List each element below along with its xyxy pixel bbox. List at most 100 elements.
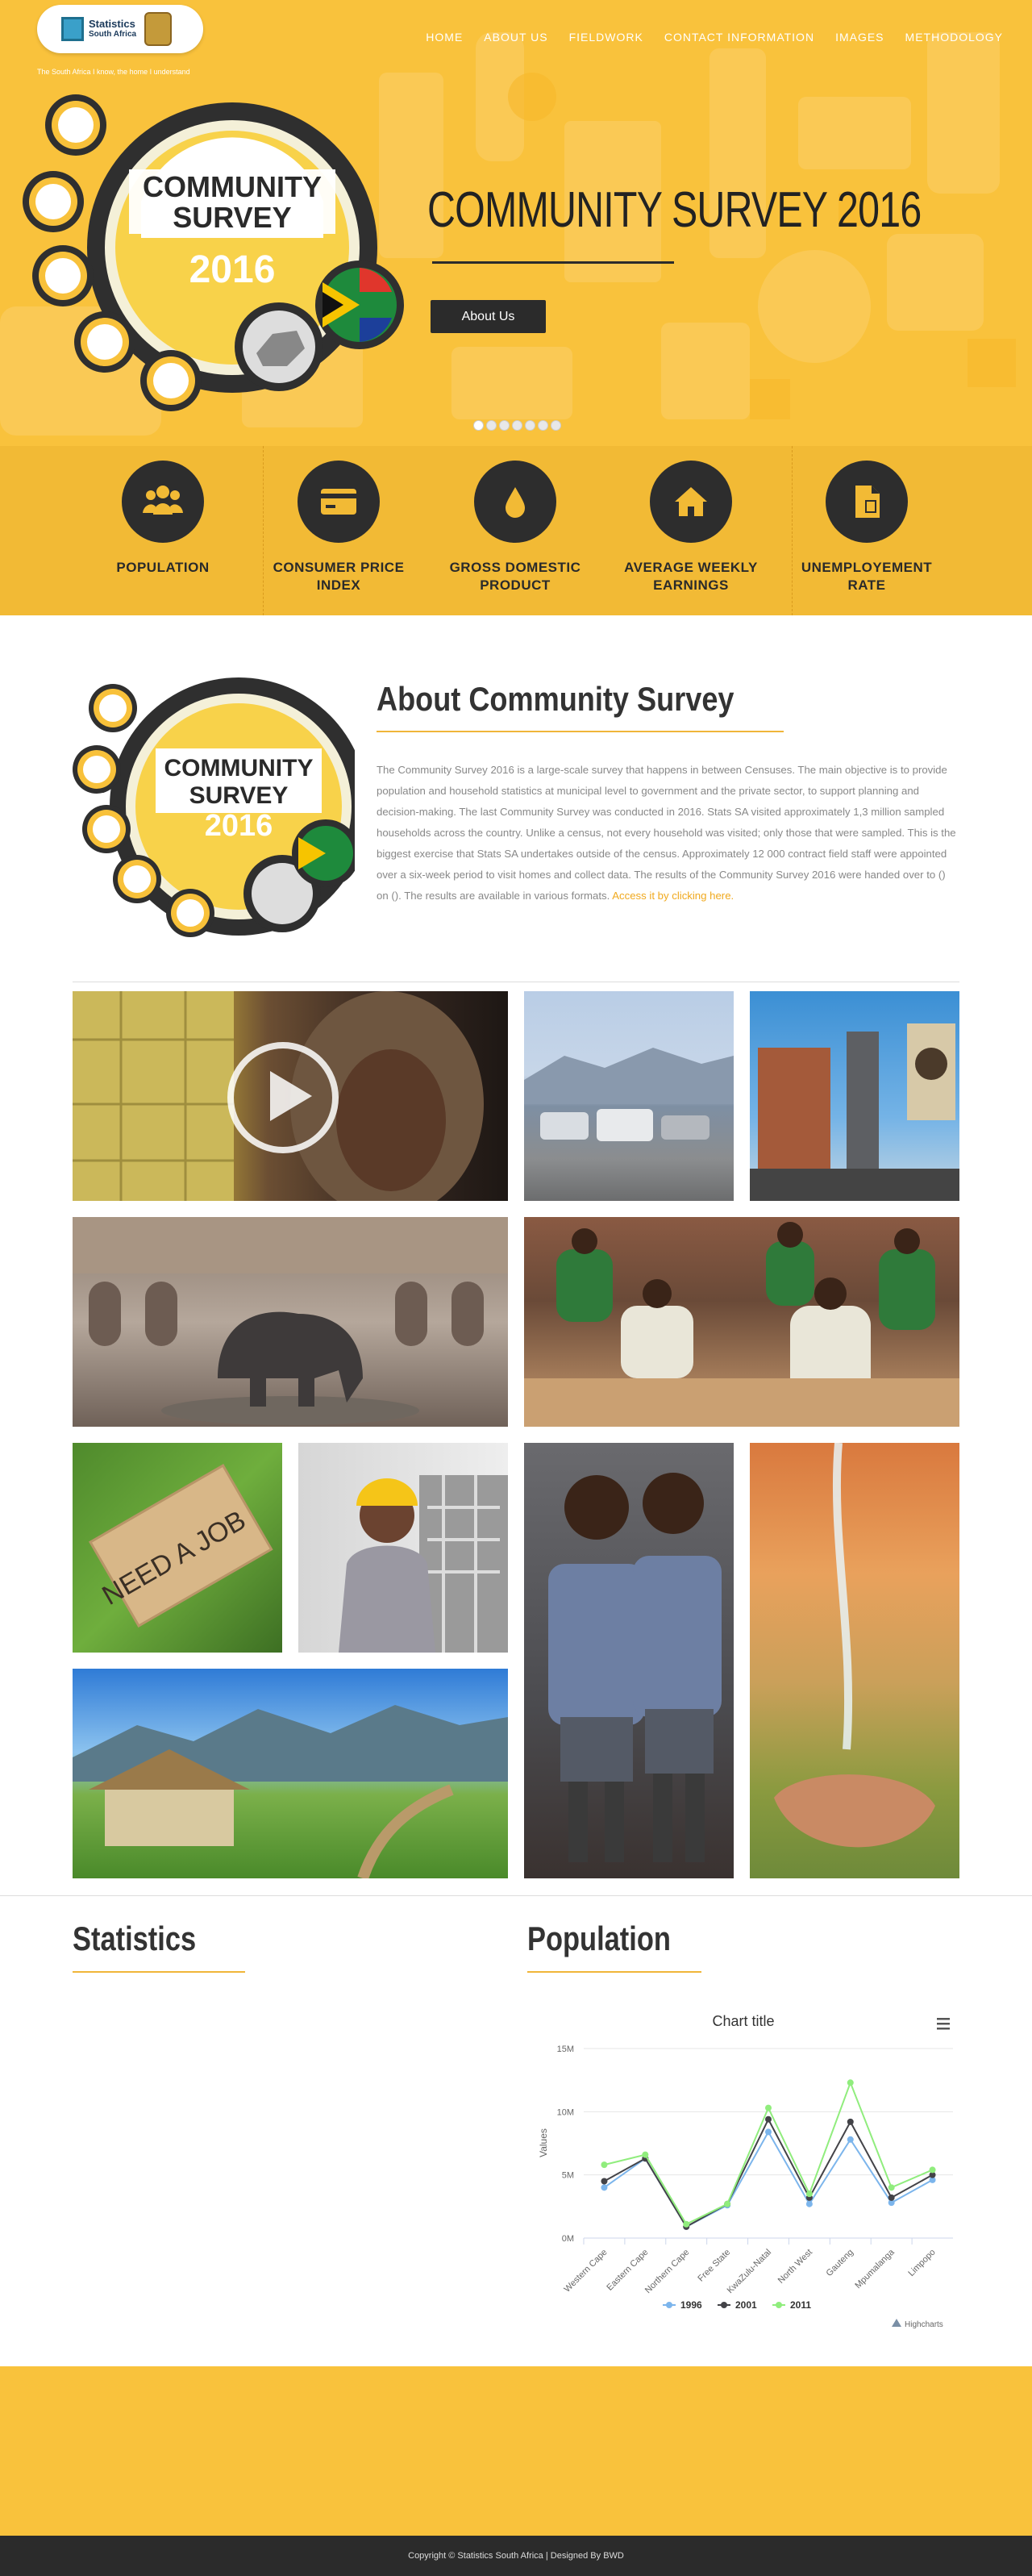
statistics-underline — [73, 1971, 245, 1973]
y-tick-label: 10M — [557, 2107, 574, 2117]
category-average-weekly-earnings[interactable]: AVERAGE WEEKLY EARNINGS — [603, 461, 779, 594]
data-point-2001 — [847, 2118, 854, 2125]
about-title: About Community Survey — [377, 680, 734, 718]
badge-year: 2016 — [189, 248, 276, 291]
data-point-2011 — [888, 2184, 895, 2191]
credit-text: Highcharts — [905, 2320, 943, 2329]
population-chart: Chart title Values 0M 5M 10M 15M Western Ca… — [538, 2013, 953, 2329]
slider-dot[interactable] — [499, 420, 510, 431]
footer-copyright: Copyright © Statistics South Africa | De… — [408, 2551, 624, 2561]
data-point-2011 — [929, 2166, 936, 2174]
about-badge-image: COMMUNITY SURVEY 2016 — [73, 677, 355, 937]
data-point-1996 — [765, 2128, 772, 2136]
population-underline — [527, 1971, 701, 1973]
y-tick-label: 15M — [557, 2045, 574, 2054]
data-point-2011 — [724, 2200, 731, 2207]
nav-contact-information[interactable]: CONTACT INFORMATION — [664, 31, 814, 44]
hero-title: COMMUNITY SURVEY 2016 — [427, 182, 922, 238]
stats-sa-logo[interactable]: Statistics South Africa — [37, 5, 203, 53]
slider-dots — [473, 420, 561, 431]
section-divider — [0, 1895, 1032, 1896]
population-title: Population — [527, 1919, 671, 1957]
data-point-2001 — [888, 2194, 895, 2201]
data-point-2011 — [642, 2151, 649, 2158]
series-line-1996 — [603, 2130, 934, 2228]
slider-dot[interactable] — [538, 420, 548, 431]
legend-item-1996: 1996 — [680, 2299, 702, 2311]
gallery-need-a-job-sign[interactable]: NEED A JOB — [73, 1443, 282, 1653]
legend-item-2001: 2001 — [735, 2299, 757, 2311]
category-unemployment-rate[interactable]: UNEMPLOYEMENT RATE — [779, 461, 955, 594]
gallery-landscape-huts[interactable] — [73, 1669, 508, 1878]
nav-fieldwork[interactable]: FIELDWORK — [569, 31, 643, 44]
category-label: AVERAGE WEEKLY — [624, 560, 758, 575]
about-title-underline — [377, 731, 784, 732]
category-population[interactable]: POPULATION — [75, 461, 251, 577]
play-button-icon[interactable] — [227, 1042, 339, 1153]
data-point-2011 — [765, 2104, 772, 2111]
yellow-band — [0, 2366, 1032, 2536]
people-icon — [143, 486, 183, 515]
breadcrumb: The South Africa I know, the home I unde… — [37, 68, 190, 76]
hamburger-icon[interactable] — [937, 2018, 950, 2030]
legend-marker — [776, 2302, 782, 2308]
slider-dot[interactable] — [486, 420, 497, 431]
badge-line2: SURVEY — [173, 201, 291, 234]
logo-mark-icon — [61, 17, 84, 41]
drop-icon — [506, 487, 525, 518]
nav-images[interactable]: IMAGES — [835, 31, 884, 44]
gallery-city-buildings[interactable] — [750, 991, 959, 1201]
y-axis-title: Values — [538, 2128, 549, 2157]
gallery-car-park[interactable] — [524, 991, 734, 1201]
category-consumer-price-index[interactable]: CONSUMER PRICE INDEX — [251, 461, 427, 594]
gallery-classroom[interactable] — [524, 1217, 959, 1427]
main-nav: HOME ABOUT US FIELDWORK CONTACT INFORMAT… — [405, 31, 1003, 44]
nav-methodology[interactable]: METHODOLOGY — [905, 31, 1003, 44]
highcharts-credit[interactable]: Highcharts — [892, 2319, 943, 2329]
series-line-2011 — [604, 2080, 933, 2226]
nav-about-us[interactable]: ABOUT US — [484, 31, 547, 44]
data-point-2001 — [601, 2178, 608, 2185]
footer: Copyright © Statistics South Africa | De… — [0, 2536, 1032, 2576]
data-point-2011 — [601, 2161, 608, 2169]
x-tick-label: KwaZulu-Natal — [726, 2248, 773, 2295]
gallery-water-hands[interactable] — [750, 1443, 959, 1878]
badge-line1: COMMUNITY — [143, 170, 322, 203]
x-tick-label: Western Cape — [563, 2248, 610, 2295]
coat-of-arms-icon — [144, 12, 173, 46]
gallery-video-child[interactable] — [73, 991, 508, 1201]
about-badge-line2: SURVEY — [189, 782, 289, 809]
data-point-2001 — [765, 2115, 772, 2123]
data-point-2011 — [805, 2190, 813, 2198]
slider-dot[interactable] — [473, 420, 484, 431]
gallery-elephant-statue[interactable] — [73, 1217, 508, 1427]
slider-dot[interactable] — [551, 420, 561, 431]
gallery-two-children[interactable] — [524, 1443, 734, 1878]
slider-dot[interactable] — [525, 420, 535, 431]
data-point-2011 — [847, 2079, 854, 2086]
card-icon — [321, 489, 356, 515]
data-point-1996 — [805, 2200, 813, 2207]
category-label: UNEMPLOYEMENT — [801, 560, 933, 575]
nav-home[interactable]: HOME — [426, 31, 463, 44]
category-strip: POPULATION CONSUMER PRICE INDEX GROSS DOM… — [0, 446, 1032, 615]
about-access-link[interactable]: Access it by clicking here. — [612, 890, 734, 902]
about-us-button[interactable]: About Us — [431, 300, 546, 333]
slider-dot[interactable] — [512, 420, 522, 431]
category-label: POPULATION — [116, 560, 210, 575]
about-badge-line1: COMMUNITY — [164, 755, 314, 782]
legend-item-2011: 2011 — [790, 2299, 811, 2311]
x-tick-label: Northern Cape — [643, 2248, 692, 2296]
statistics-title: Statistics — [73, 1919, 197, 1957]
gallery-worker-hardhat[interactable] — [298, 1443, 508, 1653]
data-point-2011 — [683, 2220, 690, 2228]
chart-title: Chart title — [712, 2013, 774, 2029]
y-tick-label: 0M — [562, 2234, 574, 2244]
legend-marker — [721, 2302, 727, 2308]
home-icon — [675, 487, 707, 516]
x-tick-label: Mpumalanga — [853, 2247, 897, 2290]
logo-line2: South Africa — [89, 30, 137, 39]
category-gross-domestic-product[interactable]: GROSS DOMESTIC PRODUCT — [427, 461, 603, 594]
about-badge-year: 2016 — [205, 809, 273, 843]
category-label: GROSS DOMESTIC — [449, 560, 581, 575]
